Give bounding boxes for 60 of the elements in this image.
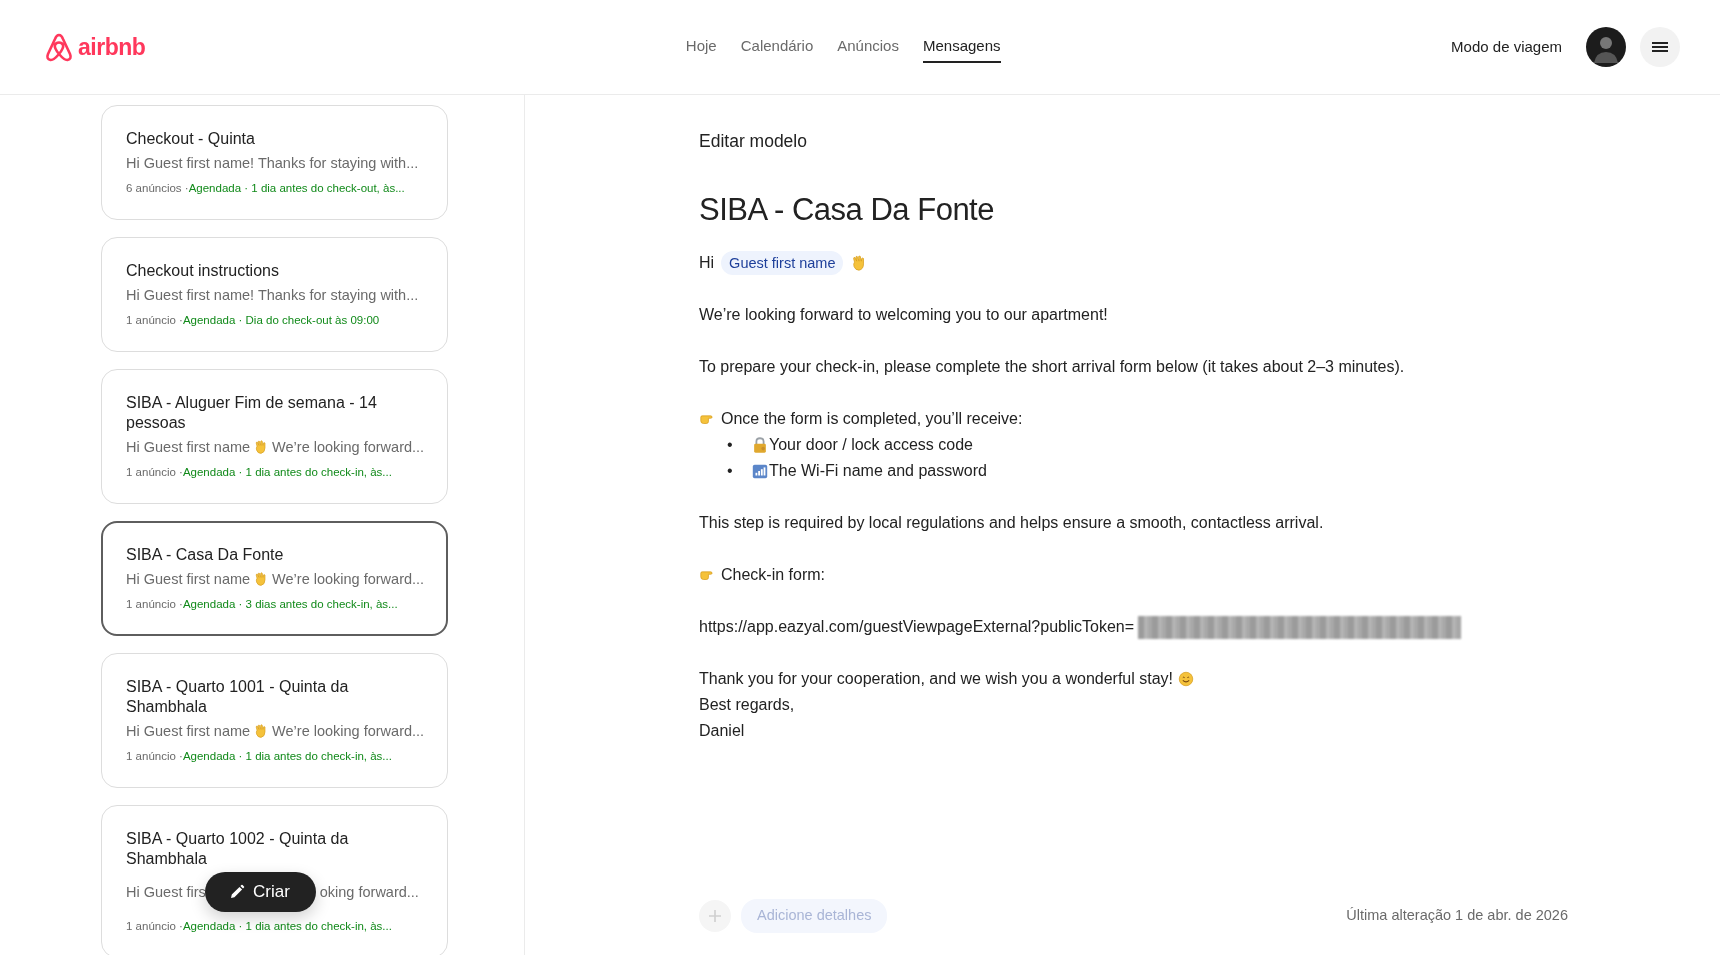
listing-count: 1 anúncio ·: [126, 313, 183, 328]
section-heading: Editar modelo: [699, 131, 808, 152]
bullet-mark: •: [727, 435, 734, 455]
nav-tab[interactable]: Hoje: [685, 31, 717, 63]
nav-tab[interactable]: Anúncios: [837, 31, 899, 63]
template-title: SIBA - Aluguer Fim de semana - 14 pessoas: [126, 393, 378, 433]
template-title: Checkout - Quinta: [126, 129, 256, 149]
create-button[interactable]: Criar: [205, 872, 316, 912]
template-card[interactable]: Checkout instructions Hi Guest first name! Thanks for staying with... 1 anúncio ·Agendada · Dia do check-out às 09:00: [101, 237, 448, 352]
text: We’re looking forward...: [272, 722, 425, 741]
text: The Wi-Fi name and password: [769, 461, 987, 481]
text: Thank you for your cooperation, and we wish you a wonderful stay!: [699, 669, 1174, 689]
text: Best regards,: [699, 695, 795, 715]
text: Daniel: [699, 721, 745, 741]
template-title: Checkout instructions: [126, 261, 280, 281]
text: To prepare your check-in, please complete the short arrival form below (it takes about 2–3 minutes).: [699, 357, 1405, 377]
bullet-mark: •: [727, 461, 734, 481]
text: We’re looking forward...: [272, 438, 425, 457]
plus-icon: [708, 909, 722, 924]
text: Hi Guest first name! Thanks for staying with...: [126, 154, 419, 173]
travel-mode-link[interactable]: Modo de viagem: [1441, 27, 1572, 67]
text: oking forward...: [319, 883, 419, 902]
template-card[interactable]: SIBA - Casa Da Fonte Hi Guest first name We’re looking forward... 1 anúncio ·Agendada · 3 dias antes do check-in, às...: [101, 521, 448, 636]
text: Hi: [699, 253, 715, 273]
template-name: SIBA - Casa Da Fonte: [699, 191, 995, 229]
signal-bars-icon: [751, 462, 769, 480]
menu-icon: [1652, 40, 1668, 54]
template-card[interactable]: Checkout - Quinta Hi Guest first name! Thanks for staying with... 6 anúncios ·Agendada · 1 dia antes do check-out, às...: [101, 105, 448, 220]
brand-name: airbnb: [78, 32, 146, 62]
text: Hi Guest first name: [126, 570, 251, 589]
text: Check-in form:: [721, 565, 826, 585]
lock-icon: [751, 436, 769, 454]
logo-icon: [44, 31, 74, 63]
template-card[interactable]: SIBA - Aluguer Fim de semana - 14 pessoas Hi Guest first name We’re looking forward... 1 anúncio ·Agendada · 1 dia antes do check-in, às...: [101, 369, 448, 504]
nav-tab[interactable]: Calendário: [740, 31, 814, 63]
smiley-icon: [1177, 670, 1196, 688]
text: Hi Guest first name: [126, 438, 251, 457]
text: Hi Guest first name: [126, 722, 251, 741]
avatar[interactable]: [1586, 27, 1626, 67]
text: We’re looking forward...: [272, 570, 425, 589]
pencil-icon: [229, 884, 245, 900]
text: We’re looking forward to welcoming you to our apartment!: [699, 305, 1108, 325]
listing-count: 6 anúncios ·: [126, 181, 189, 196]
listing-count: 1 anúncio ·: [126, 749, 183, 764]
listing-count: 1 anúncio ·: [126, 465, 183, 480]
template-card[interactable]: SIBA - Quarto 1001 - Quinta da Shambhala Hi Guest first name We’re looking forward... 1 anúncio ·Agendada · 1 dia antes do check-in, às...: [101, 653, 448, 788]
nav-tab[interactable]: Mensagens: [922, 31, 1001, 63]
template-title: SIBA - Quarto 1002 - Quinta da Shambhala: [126, 829, 350, 869]
listing-count: 1 anúncio ·: [126, 597, 183, 612]
template-title: SIBA - Casa Da Fonte: [126, 545, 285, 565]
listing-count: 1 anúncio ·: [126, 919, 183, 934]
text: https://app.eazyal.com/guestViewpageExternal?publicToken=: [699, 617, 1135, 637]
text: This step is required by local regulations and helps ensure a smooth, contactless arrival.: [699, 513, 1324, 533]
text: Your door / lock access code: [769, 435, 973, 455]
text: Hi Guest first name! Thanks for staying with...: [126, 286, 419, 305]
placeholder-chip: Guest first name: [721, 251, 844, 275]
last-modified-text: Última alteração 1 de abr. de 2026: [1346, 906, 1568, 926]
template-title: SIBA - Quarto 1001 - Quinta da Shambhala: [126, 677, 350, 717]
text: Once the form is completed, you’ll receive:: [721, 409, 1023, 429]
menu-button[interactable]: [1640, 27, 1680, 67]
